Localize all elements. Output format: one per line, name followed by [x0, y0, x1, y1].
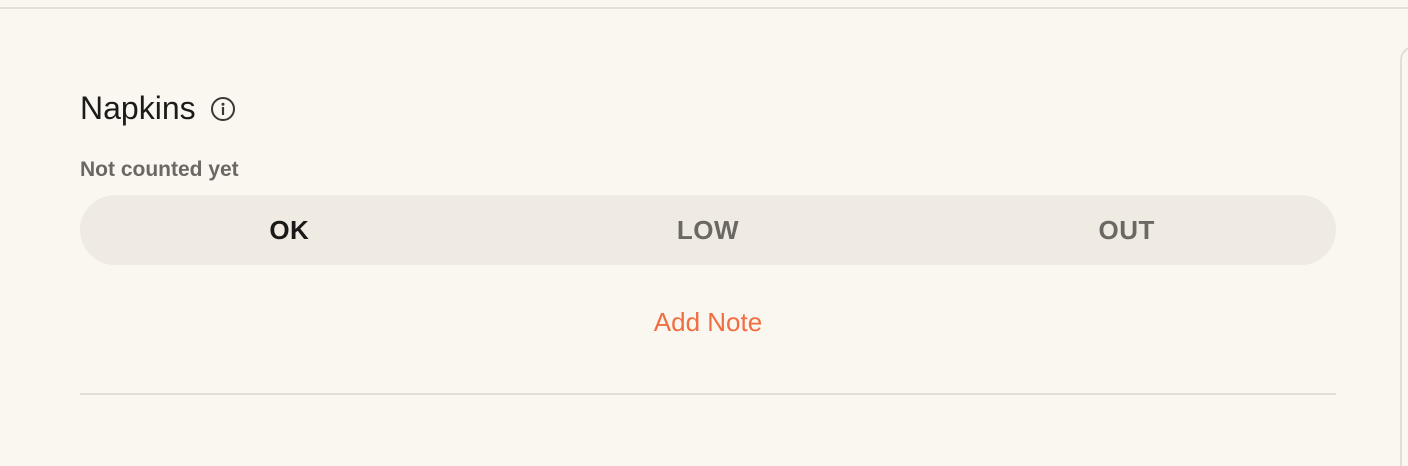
item-name: Napkins: [80, 90, 196, 126]
section-divider: [80, 393, 1336, 395]
top-divider: [0, 7, 1408, 9]
info-icon[interactable]: [210, 96, 236, 122]
stock-level-out[interactable]: OUT: [917, 195, 1336, 265]
count-status: Not counted yet: [80, 158, 239, 181]
item-header: Napkins: [80, 88, 236, 128]
side-panel-edge: [1400, 46, 1408, 466]
stock-level-low[interactable]: LOW: [499, 195, 918, 265]
stock-level-selector: OK LOW OUT: [80, 195, 1336, 265]
stock-level-ok[interactable]: OK: [80, 195, 499, 265]
add-note-link[interactable]: Add Note: [80, 306, 1336, 338]
